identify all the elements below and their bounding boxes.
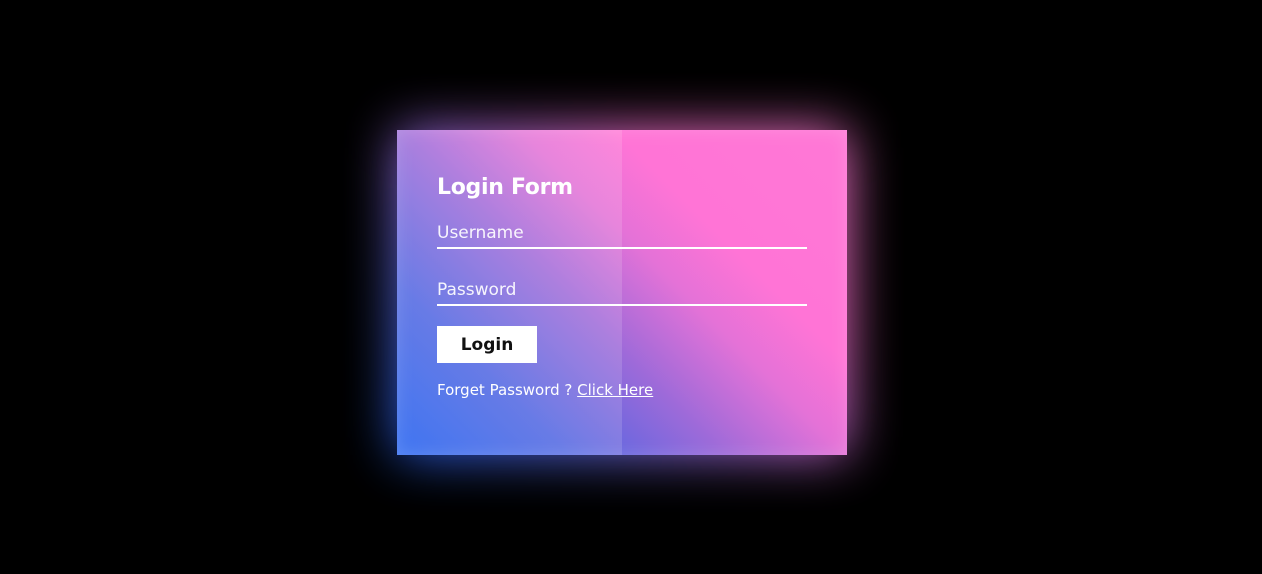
forgot-password-text: Forget Password ? bbox=[437, 381, 578, 399]
forgot-password-row: Forget Password ? Click Here bbox=[437, 381, 807, 399]
login-button[interactable]: Login bbox=[437, 326, 537, 363]
login-card: Login Form Login Forget Password ? Click… bbox=[397, 130, 847, 455]
page-background: Login Form Login Forget Password ? Click… bbox=[0, 0, 1262, 574]
forgot-password-link[interactable]: Click Here bbox=[577, 381, 653, 399]
form-title: Login Form bbox=[437, 175, 573, 200]
username-field bbox=[437, 219, 807, 249]
username-input[interactable] bbox=[437, 219, 807, 247]
password-field bbox=[437, 276, 807, 306]
password-input[interactable] bbox=[437, 276, 807, 304]
login-form: Login Form Login Forget Password ? Click… bbox=[437, 174, 807, 399]
